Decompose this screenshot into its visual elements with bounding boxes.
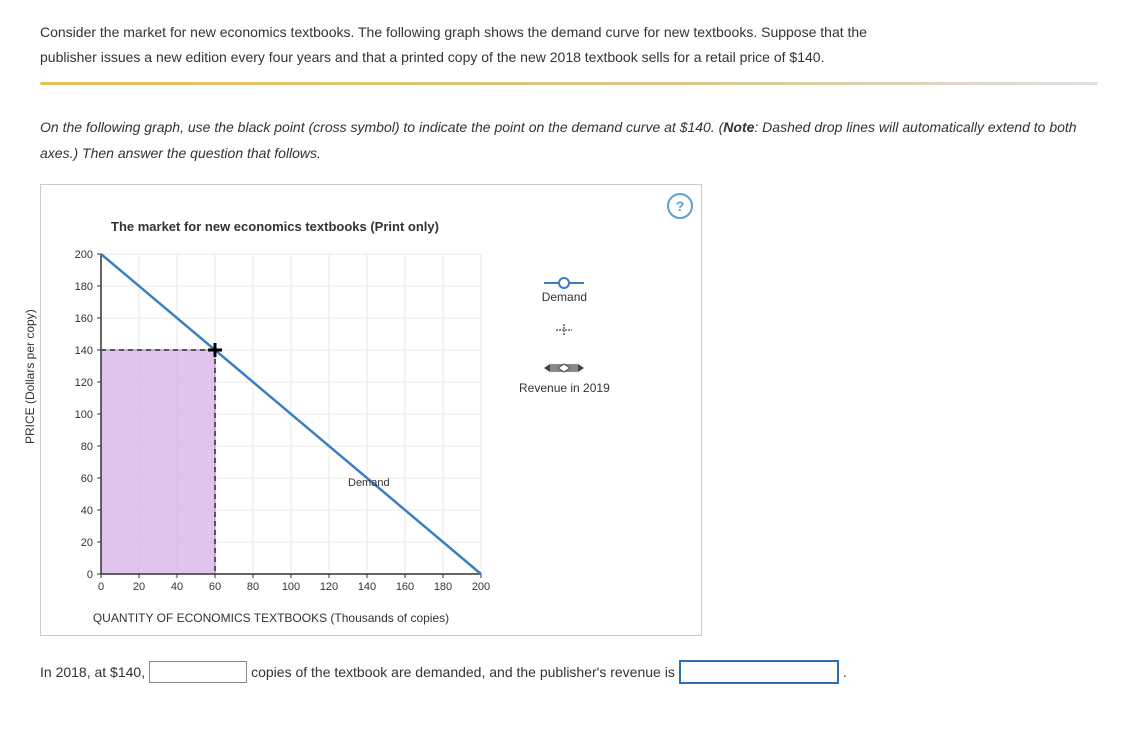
cross-icon <box>519 322 610 343</box>
x-axis-label: QUANTITY OF ECONOMICS TEXTBOOKS (Thousan… <box>51 611 491 625</box>
chart-title: The market for new economics textbooks (… <box>51 195 691 244</box>
svg-text:20: 20 <box>133 581 145 593</box>
svg-text:60: 60 <box>81 473 93 485</box>
help-button[interactable]: ? <box>667 193 693 219</box>
svg-text:100: 100 <box>282 581 300 593</box>
revenue-input[interactable] <box>679 660 839 684</box>
copies-input[interactable] <box>149 661 247 683</box>
svg-text:80: 80 <box>81 441 93 453</box>
svg-text:160: 160 <box>75 313 93 325</box>
legend-revenue-label: Revenue in 2019 <box>519 381 610 395</box>
svg-text:40: 40 <box>81 505 93 517</box>
chart-svg[interactable]: 0 20 40 60 80 100 120 140 160 180 200 0 20 40 60 80 100 1… <box>51 244 491 604</box>
divider <box>40 82 1098 85</box>
svg-text:20: 20 <box>81 537 93 549</box>
svg-text:180: 180 <box>75 281 93 293</box>
instr-note: Note <box>723 119 754 135</box>
intro-line1: Consider the market for new economics te… <box>40 24 867 40</box>
instr-pre: On the following graph, use the black po… <box>40 119 723 135</box>
svg-text:200: 200 <box>472 581 490 593</box>
graph-instructions: On the following graph, use the black po… <box>40 115 1098 165</box>
answer-prefix: In 2018, at $140, <box>40 664 145 680</box>
svg-text:160: 160 <box>396 581 414 593</box>
legend-demand[interactable]: Demand <box>519 282 610 304</box>
svg-text:Demand: Demand <box>348 477 390 489</box>
graph-panel: ? The market for new economics textbooks… <box>40 184 702 636</box>
svg-text:180: 180 <box>434 581 452 593</box>
svg-text:60: 60 <box>209 581 221 593</box>
legend: Demand Revenue in 2019 <box>519 244 610 413</box>
answer-middle: copies of the textbook are demanded, and… <box>251 664 675 680</box>
svg-text:40: 40 <box>171 581 183 593</box>
svg-text:200: 200 <box>75 249 93 261</box>
svg-text:140: 140 <box>358 581 376 593</box>
svg-text:0: 0 <box>87 569 93 581</box>
legend-point-tool[interactable] <box>519 322 610 343</box>
svg-text:120: 120 <box>320 581 338 593</box>
svg-text:100: 100 <box>75 409 93 421</box>
legend-revenue[interactable]: Revenue in 2019 <box>519 361 610 395</box>
svg-text:140: 140 <box>75 345 93 357</box>
answer-suffix: . <box>843 664 847 680</box>
svg-text:0: 0 <box>98 581 104 593</box>
answer-sentence: In 2018, at $140, copies of the textbook… <box>40 660 1098 684</box>
intro-line2: publisher issues a new edition every fou… <box>40 49 824 65</box>
y-axis-label: PRICE (Dollars per copy) <box>23 309 37 444</box>
svg-text:80: 80 <box>247 581 259 593</box>
help-icon: ? <box>676 198 685 214</box>
chart-area[interactable]: PRICE (Dollars per copy) 020406080100120… <box>51 244 491 625</box>
legend-demand-label: Demand <box>519 290 610 304</box>
line-marker-icon <box>544 282 584 284</box>
svg-text:120: 120 <box>75 377 93 389</box>
intro-paragraph: Consider the market for new economics te… <box>40 20 1098 70</box>
region-handle-icon <box>544 361 584 375</box>
